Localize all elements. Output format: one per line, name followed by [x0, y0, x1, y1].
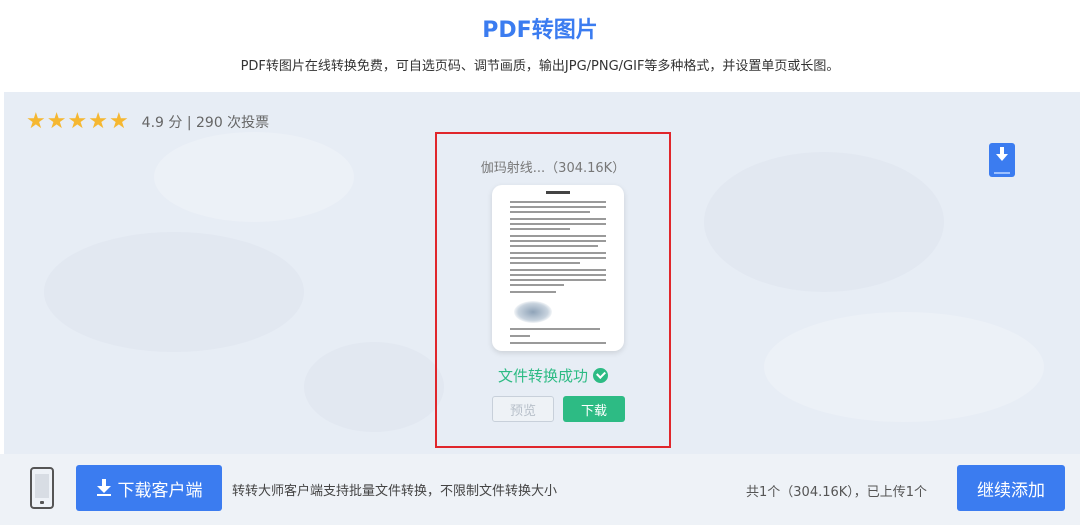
thumb-line — [510, 211, 590, 213]
thumb-line — [510, 284, 564, 286]
download-icon — [996, 147, 1008, 161]
status-text: 文件转换成功 — [497, 367, 588, 385]
conversion-area: ★ ★ ★ ★ ★ 4.9 分 | 290 次投票 伽玛射线...（304.16… — [4, 92, 1080, 454]
bg-texture — [304, 342, 444, 432]
download-icon — [96, 479, 111, 496]
thumb-line — [510, 262, 580, 264]
thumb-line — [510, 269, 606, 271]
file-name: 伽玛射线...（304.16K） — [480, 161, 626, 176]
rating-text: 4.9 分 | 290 次投票 — [141, 115, 270, 131]
thumb-line — [510, 218, 606, 220]
thumb-line — [510, 342, 606, 344]
header: PDF转图片 PDF转图片在线转换免费，可自选页码、调节画质，输出JPG/PNG… — [0, 0, 1080, 92]
bg-texture — [154, 132, 354, 222]
thumb-line — [510, 228, 570, 230]
download-all-button[interactable] — [989, 143, 1015, 177]
footer-bar: 下载客户端 转转大师客户端支持批量文件转换，不限制文件转换大小 共1个（304.… — [0, 454, 1080, 525]
client-description: 转转大师客户端支持批量文件转换，不限制文件转换大小 — [232, 484, 558, 499]
page-subtitle: PDF转图片在线转换免费，可自选页码、调节画质，输出JPG/PNG/GIF等多种… — [240, 59, 840, 74]
rating: ★ ★ ★ ★ ★ 4.9 分 | 290 次投票 — [26, 111, 269, 133]
thumb-line — [510, 206, 606, 208]
continue-add-button[interactable]: 继续添加 — [957, 465, 1065, 511]
rating-stars: ★ ★ ★ ★ ★ — [26, 111, 130, 133]
upload-status: 共1个（304.16K），已上传1个 — [746, 485, 928, 500]
thumb-line — [510, 240, 606, 242]
preview-button[interactable]: 预览 — [492, 396, 554, 422]
thumb-line — [510, 335, 530, 337]
thumb-line — [510, 257, 606, 259]
file-thumbnail[interactable] — [492, 185, 624, 351]
star-icon[interactable]: ★ — [67, 111, 87, 133]
thumb-figure — [514, 301, 552, 323]
conversion-status: 文件转换成功 — [437, 365, 669, 386]
star-icon[interactable]: ★ — [88, 111, 108, 133]
thumb-line — [510, 328, 600, 330]
star-icon[interactable]: ★ — [109, 111, 129, 133]
file-card: 伽玛射线...（304.16K） 文件转换成功 预览 下载 — [435, 132, 671, 448]
page-title: PDF转图片 — [482, 18, 598, 43]
thumb-line — [510, 252, 606, 254]
thumb-line — [510, 279, 606, 281]
thumb-line — [510, 235, 606, 237]
thumb-line — [510, 291, 556, 293]
page: PDF转图片 PDF转图片在线转换免费，可自选页码、调节画质，输出JPG/PNG… — [0, 0, 1080, 525]
bg-texture — [764, 312, 1044, 422]
download-button[interactable]: 下载 — [563, 396, 625, 422]
star-icon[interactable]: ★ — [47, 111, 67, 133]
thumb-line — [510, 245, 598, 247]
download-client-label: 下载客户端 — [117, 480, 203, 501]
bg-texture — [44, 232, 304, 352]
check-circle-icon — [593, 368, 608, 383]
phone-icon — [30, 467, 54, 509]
thumb-line — [510, 274, 606, 276]
download-client-button[interactable]: 下载客户端 — [76, 465, 222, 511]
star-icon[interactable]: ★ — [26, 111, 46, 133]
thumb-line — [510, 223, 606, 225]
download-icon-base — [994, 172, 1010, 174]
thumb-title — [492, 191, 624, 194]
bg-texture — [704, 152, 944, 292]
thumb-line — [510, 201, 606, 203]
